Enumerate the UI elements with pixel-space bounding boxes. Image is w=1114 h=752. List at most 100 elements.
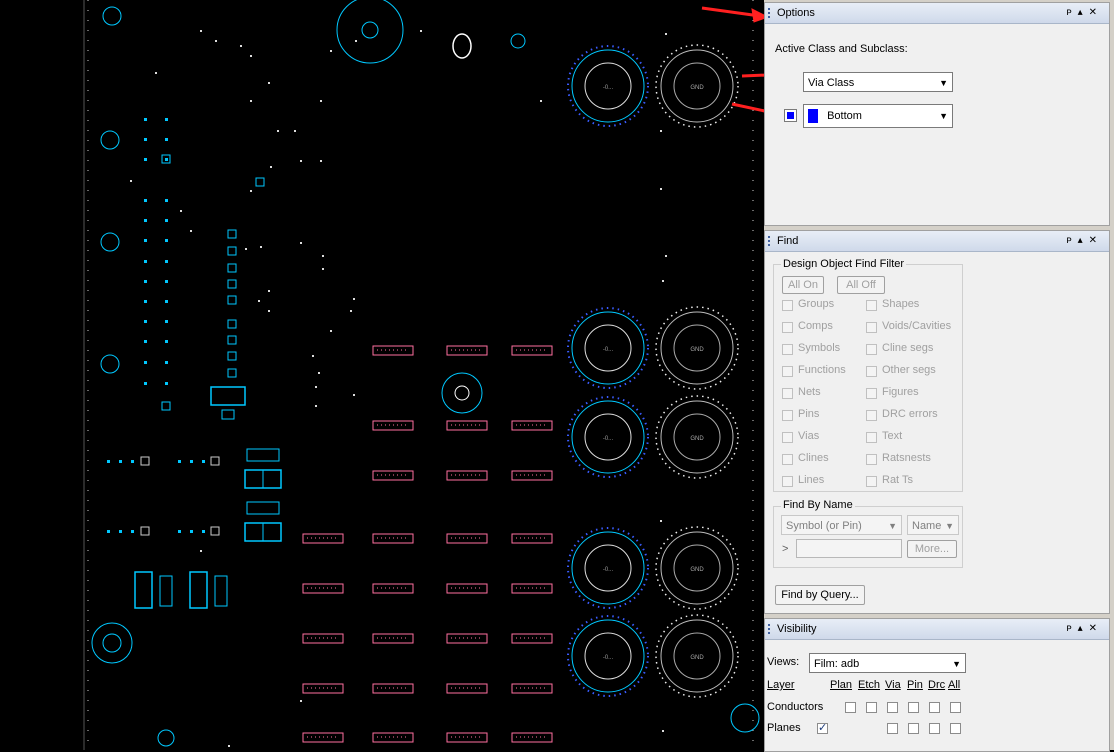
filter-checkbox[interactable] <box>782 322 793 333</box>
col-plan[interactable]: Plan <box>830 679 852 691</box>
filter-checkbox[interactable] <box>866 476 877 487</box>
via-dot <box>250 55 252 57</box>
more-button[interactable]: More... <box>907 540 957 558</box>
pad-dot <box>144 219 147 222</box>
pad-dot <box>190 530 193 533</box>
all-off-button[interactable]: All Off <box>837 276 885 294</box>
pad-dot <box>144 280 147 283</box>
pcb-design-canvas[interactable]: -0... GND -0... GND -0... GND -0... GND -0... GND <box>0 0 760 750</box>
via-dot <box>300 700 302 702</box>
filter-checkbox[interactable] <box>866 366 877 377</box>
ic-pin <box>227 263 237 273</box>
filter-checkbox[interactable] <box>866 300 877 311</box>
name-select[interactable]: Name ▼ <box>907 515 959 535</box>
via-dot <box>180 210 182 212</box>
visibility-checkbox[interactable] <box>817 721 828 734</box>
class-select[interactable]: Via Class ▼ <box>803 72 953 92</box>
filter-label: Lines <box>798 474 825 486</box>
via-dot <box>322 268 324 270</box>
via-dot <box>322 255 324 257</box>
filter-checkbox[interactable] <box>866 432 877 443</box>
subclass-color-swatch[interactable] <box>784 109 797 122</box>
find-panel-title[interactable]: Find ᴘ▴✕ <box>765 231 1109 252</box>
filter-checkbox[interactable] <box>866 454 877 465</box>
filter-checkbox[interactable] <box>782 454 793 465</box>
pad-dot <box>131 460 134 463</box>
filter-checkbox[interactable] <box>866 388 877 399</box>
active-class-label: Active Class and Subclass: <box>775 43 908 55</box>
visibility-checkbox[interactable] <box>887 723 898 734</box>
filter-checkbox[interactable] <box>782 388 793 399</box>
panel-controls[interactable]: ᴘ▴✕ <box>1066 619 1103 639</box>
grip-icon[interactable] <box>768 624 772 634</box>
pad-dot <box>165 239 168 242</box>
ic-pin <box>227 279 237 289</box>
pad-dot <box>165 300 168 303</box>
find-name-input[interactable] <box>796 539 902 558</box>
all-on-button[interactable]: All On <box>782 276 824 294</box>
via-dot <box>420 30 422 32</box>
visibility-checkbox[interactable] <box>929 702 940 713</box>
via-dot <box>665 255 667 257</box>
find-panel: Find ᴘ▴✕ Design Object Find Filter All O… <box>764 230 1110 614</box>
visibility-checkbox[interactable] <box>866 702 877 713</box>
filter-checkbox[interactable] <box>866 322 877 333</box>
options-panel-title[interactable]: Options ᴘ▴✕ <box>765 3 1109 24</box>
via-dot <box>294 130 296 132</box>
via-dot <box>270 166 272 168</box>
filter-checkbox[interactable] <box>782 410 793 421</box>
pad-dot <box>190 460 193 463</box>
via-dot <box>250 190 252 192</box>
pad-dot <box>144 199 147 202</box>
via-dot <box>277 130 279 132</box>
visibility-checkbox[interactable] <box>908 723 919 734</box>
via-dot <box>200 30 202 32</box>
vertical-cap <box>189 571 208 609</box>
col-drc[interactable]: Drc <box>928 679 945 691</box>
filter-checkbox[interactable] <box>782 344 793 355</box>
pad-dot <box>202 530 205 533</box>
filter-checkbox[interactable] <box>866 344 877 355</box>
pad-square <box>161 401 171 411</box>
col-pin[interactable]: Pin <box>907 679 923 691</box>
grip-icon[interactable] <box>768 8 772 18</box>
via-dot <box>228 745 230 747</box>
views-label: Views: <box>767 656 800 668</box>
symbol-type-select[interactable]: Symbol (or Pin) ▼ <box>781 515 902 535</box>
visibility-checkbox[interactable] <box>845 702 856 713</box>
via-hole-inner <box>454 385 470 401</box>
col-etch[interactable]: Etch <box>858 679 880 691</box>
grip-icon[interactable] <box>768 236 772 246</box>
ic-pin <box>227 295 237 305</box>
visibility-panel-title[interactable]: Visibility ᴘ▴✕ <box>765 619 1109 640</box>
pcb-layout-drawing[interactable]: -0... GND-0... GND-0... GND-0... GND-0... GND <box>0 0 760 750</box>
visibility-checkbox[interactable] <box>950 723 961 734</box>
find-by-query-button[interactable]: Find by Query... <box>775 585 865 605</box>
pad-dot <box>144 260 147 263</box>
pad-dot <box>144 361 147 364</box>
col-via[interactable]: Via <box>885 679 901 691</box>
panel-controls[interactable]: ᴘ▴✕ <box>1066 3 1103 23</box>
filter-checkbox[interactable] <box>782 476 793 487</box>
col-all[interactable]: All <box>948 679 960 691</box>
filter-label: Groups <box>798 298 835 310</box>
pad-dot <box>165 340 168 343</box>
visibility-checkbox[interactable] <box>887 702 898 713</box>
filter-checkbox[interactable] <box>782 432 793 443</box>
visibility-checkbox[interactable] <box>908 702 919 713</box>
views-select[interactable]: Film: adb ▼ <box>809 653 966 673</box>
subclass-select[interactable]: Bottom ▼ <box>803 104 953 128</box>
filter-checkbox[interactable] <box>866 410 877 421</box>
pad-dot <box>144 138 147 141</box>
visibility-checkbox[interactable] <box>950 702 961 713</box>
find-title-text: Find <box>777 235 799 247</box>
visibility-checkbox[interactable] <box>929 723 940 734</box>
vertical-diode <box>159 575 173 607</box>
mounting-hole <box>102 6 122 26</box>
ic-pin <box>227 335 237 345</box>
pad-dot <box>144 300 147 303</box>
panel-controls[interactable]: ᴘ▴✕ <box>1066 231 1103 251</box>
arrow-to-options-title <box>701 6 761 18</box>
filter-checkbox[interactable] <box>782 300 793 311</box>
filter-checkbox[interactable] <box>782 366 793 377</box>
